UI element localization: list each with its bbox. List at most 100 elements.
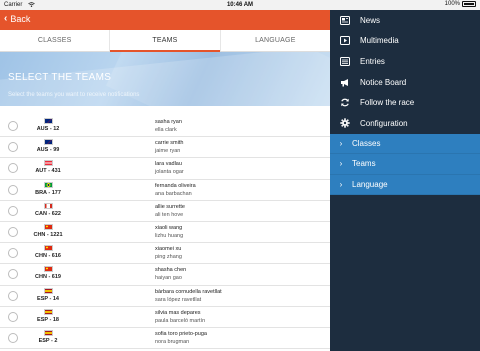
hero-banner: SELECT THE TEAMS Select the teams you wa… <box>0 52 330 106</box>
team-code: ESP - 2 <box>38 337 58 344</box>
flag-icon <box>43 160 53 167</box>
team-code: AUS - 99 <box>36 147 60 154</box>
team-row[interactable]: AUT - 431 lara vadlau jolanta ogar <box>0 158 330 180</box>
team-radio-button[interactable] <box>8 332 18 343</box>
team-country: CHN - 1221 <box>28 223 68 238</box>
menu-item-notice-board[interactable]: Notice Board <box>330 72 480 93</box>
flag-icon <box>43 266 53 273</box>
tab-bar: CLASSES TEAMS LANGUAGE <box>0 30 330 52</box>
flag-icon <box>43 202 53 209</box>
menu-item-entries[interactable]: Entries <box>330 51 480 72</box>
team-radio-button[interactable] <box>8 226 18 237</box>
team-members: allie surrette ali ten hove <box>155 204 185 218</box>
team-code: ESP - 18 <box>37 316 59 323</box>
team-country: ESP - 18 <box>28 308 68 323</box>
chevron-left-icon: ‹ <box>4 13 8 24</box>
team-row[interactable]: CHN - 1221 xiaoli wang lizhu huang <box>0 222 330 244</box>
skipper-name: xiaomei xu <box>155 246 182 253</box>
battery-percent: 100% <box>444 1 460 7</box>
team-row[interactable]: AUS - 99 carrie smith jaime ryan <box>0 137 330 159</box>
menu-section-language[interactable]: › Language <box>330 174 480 196</box>
team-country: CHN - 619 <box>28 266 68 280</box>
team-country: ESP - 14 <box>28 287 68 302</box>
navigation-bar: ‹ Back <box>0 10 330 30</box>
team-row[interactable]: CHN - 619 shasha chen haiyan gao <box>0 264 330 286</box>
team-code: ESP - 14 <box>37 295 59 302</box>
flag-icon <box>43 181 53 188</box>
flag-icon <box>43 118 53 124</box>
team-members: carrie smith jaime ryan <box>155 140 183 154</box>
megaphone-icon <box>330 78 360 87</box>
crew-name: ping zhang <box>155 254 182 261</box>
skipper-name: xiaoli wang <box>155 224 183 231</box>
page-title: SELECT THE TEAMS <box>8 72 112 83</box>
tab-language[interactable]: LANGUAGE <box>221 30 330 51</box>
menu-item-label: Multimedia <box>360 36 399 46</box>
menu-section-label: Language <box>352 180 388 190</box>
team-radio-button[interactable] <box>8 142 18 153</box>
team-row[interactable]: CAN - 622 allie surrette ali ten hove <box>0 201 330 222</box>
tab-teams[interactable]: TEAMS <box>110 30 221 52</box>
tab-classes[interactable]: CLASSES <box>0 30 111 51</box>
side-menu-links: News Multimedia Entries Notice Board Fol… <box>330 10 480 134</box>
refresh-icon <box>330 98 360 107</box>
list-icon <box>330 56 360 66</box>
menu-section-label: Classes <box>352 138 381 148</box>
flag-icon <box>43 139 53 146</box>
team-country: CAN - 622 <box>28 202 68 217</box>
team-row[interactable]: AUS - 12 sasha ryan ella clark <box>0 116 330 138</box>
team-radio-button[interactable] <box>8 269 18 280</box>
menu-section-teams[interactable]: › Teams <box>330 154 480 175</box>
flag-icon <box>43 287 53 294</box>
team-radio-button[interactable] <box>8 248 18 259</box>
flag-icon <box>43 329 53 336</box>
flag-icon <box>43 223 53 230</box>
skipper-name: sofia toro prieto-puga <box>155 330 207 337</box>
flag-icon <box>43 245 53 252</box>
team-row[interactable]: ESP - 18 silvia mas depares paula barceló … <box>0 307 330 328</box>
crew-name: nora brugman <box>155 338 190 345</box>
skipper-name: carrie smith <box>155 140 184 147</box>
team-row[interactable]: ESP - 2 sofia toro prieto-puga nora brugma… <box>0 328 330 350</box>
back-button[interactable]: ‹ Back <box>4 13 31 25</box>
battery-status: 100% <box>445 1 476 7</box>
team-members: bàrbara cornudella ravetllat sara lópez r… <box>155 289 222 303</box>
skipper-name: fernanda oliveira <box>155 182 196 189</box>
team-code: CHN - 1221 <box>33 231 63 238</box>
team-members: lara vadlau jolanta ogar <box>155 161 184 175</box>
back-label: Back <box>10 14 31 24</box>
team-radio-button[interactable] <box>8 184 18 195</box>
menu-item-label: Configuration <box>360 118 408 128</box>
team-members: xiaomei xu ping zhang <box>155 246 182 260</box>
skipper-name: bàrbara cornudella ravetllat <box>155 288 222 295</box>
skipper-name: sasha ryan <box>155 119 182 125</box>
team-code: BRA - 177 <box>35 189 61 196</box>
team-radio-button[interactable] <box>8 163 18 174</box>
team-row[interactable]: CHN - 616 xiaomei xu ping zhang <box>0 243 330 265</box>
menu-item-news[interactable]: News <box>330 10 480 31</box>
chevron-right-icon: › <box>339 159 343 169</box>
team-country: ESP - 2 <box>28 329 68 344</box>
crew-name: sara lópez ravetllat <box>155 296 202 303</box>
team-code: CHN - 619 <box>35 274 61 281</box>
side-menu: News Multimedia Entries Notice Board Fol… <box>330 10 480 351</box>
team-code: AUS - 12 <box>36 126 60 132</box>
skipper-name: shasha chen <box>155 267 187 274</box>
team-row[interactable]: BRA - 177 fernanda oliveira ana barbachan <box>0 180 330 201</box>
team-radio-button[interactable] <box>8 205 18 216</box>
gear-icon <box>330 118 360 128</box>
skipper-name: lara vadlau <box>155 161 182 168</box>
team-radio-button[interactable] <box>8 290 18 301</box>
status-bar: Carrier 10:46 AM 100% <box>0 0 480 10</box>
team-radio-button[interactable] <box>8 121 18 131</box>
menu-item-multimedia[interactable]: Multimedia <box>330 31 480 52</box>
crew-name: ali ten hove <box>155 211 184 218</box>
menu-section-classes[interactable]: › Classes <box>330 133 480 155</box>
team-radio-button[interactable] <box>8 311 18 322</box>
menu-item-configuration[interactable]: Configuration <box>330 113 480 134</box>
team-row[interactable]: ESP - 14 bàrbara cornudella ravetllat sara… <box>0 286 330 307</box>
menu-item-follow-race[interactable]: Follow the race <box>330 92 480 113</box>
team-members: shasha chen haiyan gao <box>155 267 186 281</box>
menu-item-label: News <box>360 15 381 25</box>
crew-name: paula barceló martín <box>155 317 206 324</box>
